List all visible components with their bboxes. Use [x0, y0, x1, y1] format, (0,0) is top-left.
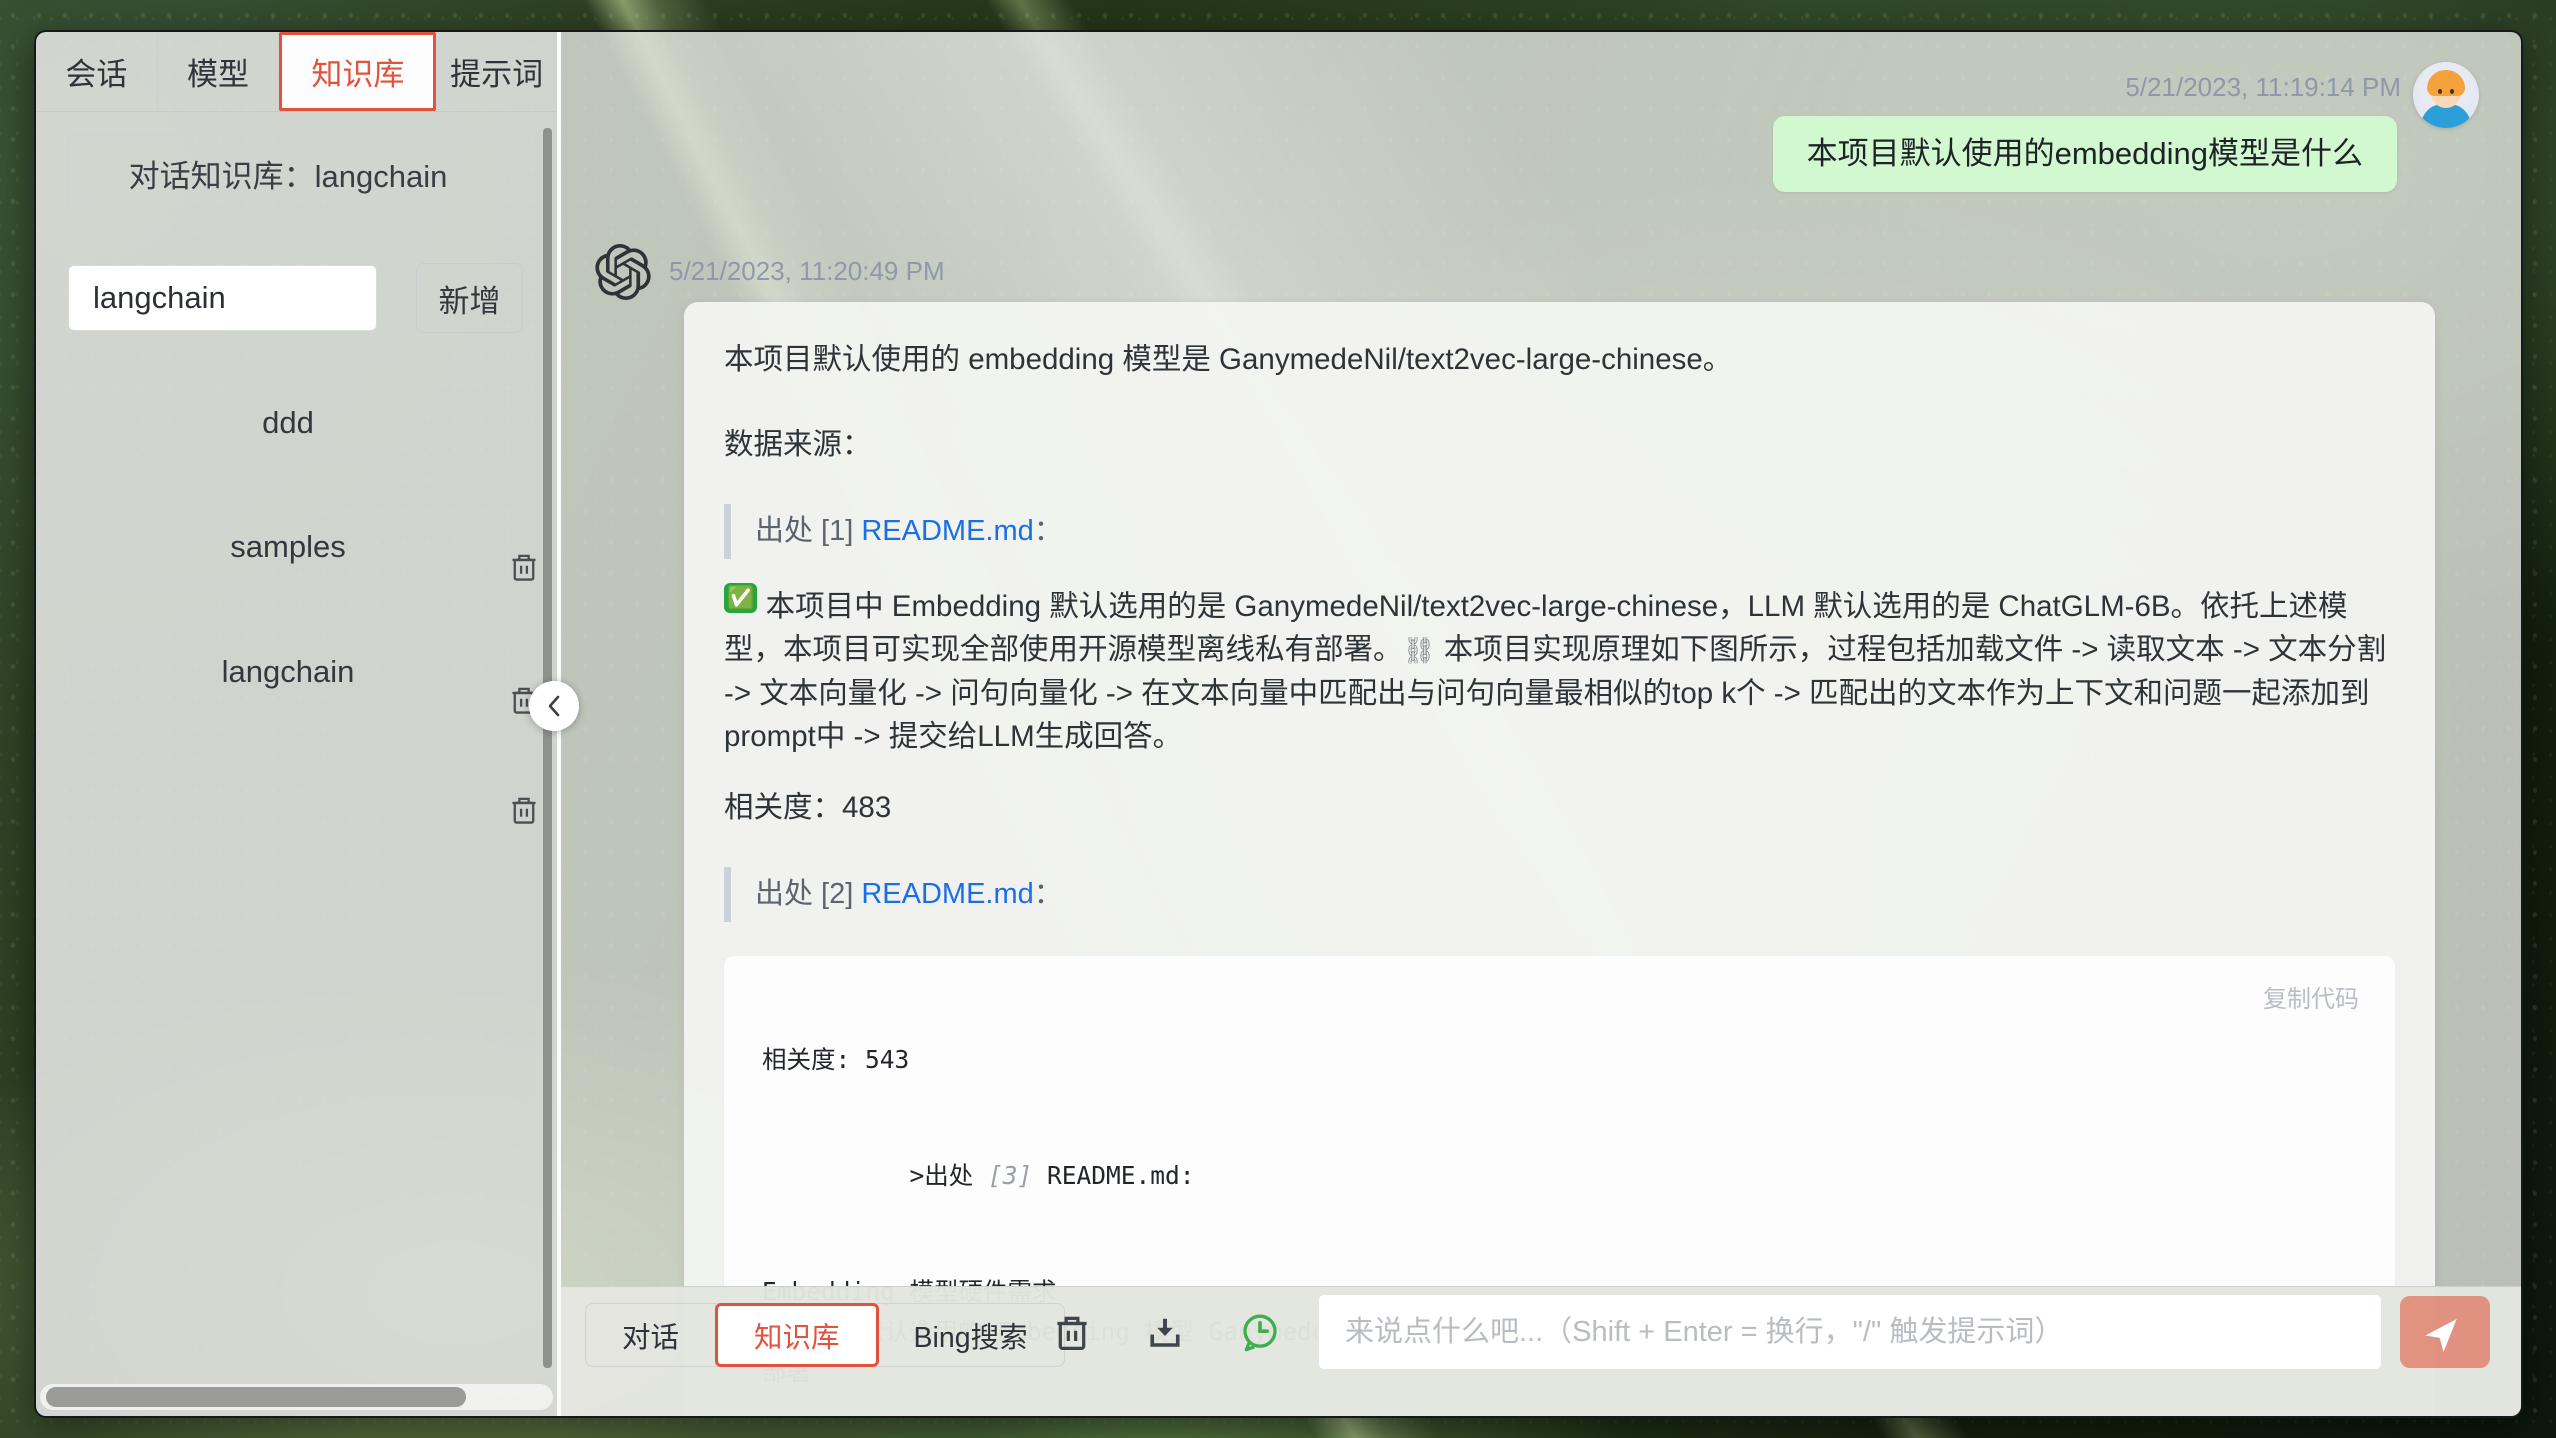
code-text: >出处: [910, 1161, 989, 1190]
quote-suffix: ：: [1034, 515, 1063, 547]
mode-bing-search-button[interactable]: Bing搜索: [878, 1304, 1064, 1366]
kb-list-item[interactable]: samples: [68, 509, 508, 585]
relevance-score: 相关度：483: [724, 786, 2395, 829]
tab-model[interactable]: 模型: [158, 32, 280, 111]
code-text: README.md:: [1032, 1161, 1194, 1190]
send-button[interactable]: [2400, 1296, 2490, 1368]
tab-prompt[interactable]: 提示词: [436, 32, 557, 111]
sidebar-horizontal-scrollbar-track: [40, 1384, 553, 1410]
sidebar: 会话 模型 知识库 提示词 对话知识库：langchain 新增 ddd sam…: [36, 32, 557, 1416]
sidebar-collapse-button[interactable]: [529, 681, 579, 731]
kb-list-item[interactable]: ddd: [68, 385, 508, 461]
clear-conversation-icon[interactable]: [1053, 1314, 1091, 1352]
bottom-toolbar: 对话 知识库 Bing搜索: [561, 1286, 2521, 1416]
sidebar-tabs: 会话 模型 知识库 提示词: [36, 32, 557, 112]
check-emoji: ✅: [724, 583, 757, 613]
tab-session[interactable]: 会话: [36, 32, 158, 111]
app-window: 会话 模型 知识库 提示词 对话知识库：langchain 新增 ddd sam…: [34, 30, 2523, 1418]
sidebar-horizontal-scrollbar[interactable]: [46, 1387, 466, 1407]
chain-emoji: ⛓: [1403, 635, 1436, 665]
user-message-bubble: 本项目默认使用的embedding模型是什么: [1773, 116, 2397, 192]
source-heading: 数据来源：: [724, 423, 2395, 466]
assistant-message-card: 本项目默认使用的 embedding 模型是 GanymedeNil/text2…: [684, 302, 2435, 1418]
quote-prefix: 出处 [2]: [755, 878, 861, 910]
current-kb-label: 对话知识库：langchain: [68, 134, 508, 212]
tab-knowledge-base[interactable]: 知识库: [279, 32, 436, 111]
code-bracket: [3]: [988, 1161, 1032, 1190]
user-message-timestamp: 5/21/2023, 11:19:14 PM: [2125, 72, 2401, 103]
readme-link[interactable]: README.md: [861, 515, 1033, 547]
code-line: 相关度: 543: [762, 1040, 2357, 1080]
quote-prefix: 出处 [1]: [755, 515, 861, 547]
chevron-left-icon: [543, 693, 565, 719]
kb-list-item[interactable]: langchain: [68, 634, 508, 710]
message-input[interactable]: [1318, 1294, 2382, 1370]
history-clock-icon[interactable]: [1240, 1312, 1278, 1350]
paper-plane-icon: [2424, 1311, 2466, 1353]
openai-logo-icon: [595, 244, 651, 300]
readme-link[interactable]: README.md: [861, 878, 1033, 910]
mode-knowledge-base-button[interactable]: 知识库: [715, 1303, 879, 1367]
assistant-intro-text: 本项目默认使用的 embedding 模型是 GanymedeNil/text2…: [724, 338, 2395, 381]
source-quote-1: 出处 [1] README.md：: [724, 504, 2395, 559]
code-line: >出处 [3] README.md:: [762, 1116, 2357, 1236]
assistant-message-timestamp: 5/21/2023, 11:20:49 PM: [669, 256, 945, 287]
quote-suffix: ：: [1034, 878, 1063, 910]
user-avatar: [2413, 62, 2479, 128]
mode-button-group: 对话 知识库 Bing搜索: [585, 1303, 1065, 1367]
kb-name-input[interactable]: [68, 265, 377, 331]
mode-chat-button[interactable]: 对话: [586, 1304, 716, 1366]
add-kb-button[interactable]: 新增: [416, 263, 523, 333]
assistant-paragraph: ✅ 本项目中 Embedding 默认选用的是 GanymedeNil/text…: [724, 583, 2395, 758]
delete-kb-icon[interactable]: [510, 553, 538, 583]
copy-code-button[interactable]: 复制代码: [2263, 978, 2359, 1021]
chat-area: 5/21/2023, 11:19:14 PM 本项目默认使用的embedding…: [557, 32, 2521, 1416]
export-download-icon[interactable]: [1146, 1314, 1184, 1352]
sidebar-vertical-scrollbar[interactable]: [543, 128, 552, 1368]
delete-kb-icon[interactable]: [510, 796, 538, 826]
source-quote-2: 出处 [2] README.md：: [724, 867, 2395, 922]
